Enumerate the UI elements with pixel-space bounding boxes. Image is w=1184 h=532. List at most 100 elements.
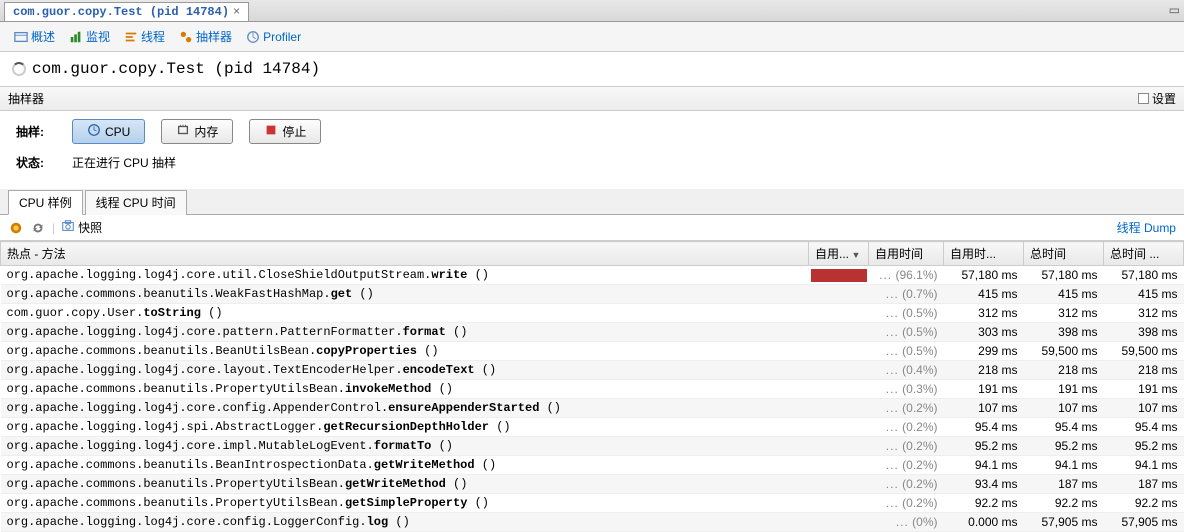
snapshot-button[interactable]: 快照 — [61, 219, 102, 236]
method-cell: org.apache.logging.log4j.core.pattern.Pa… — [1, 323, 809, 342]
col-method[interactable]: 热点 - 方法 — [1, 242, 809, 266]
table-row[interactable]: org.apache.commons.beanutils.BeanIntrosp… — [1, 456, 1184, 475]
table-row[interactable]: org.apache.logging.log4j.core.pattern.Pa… — [1, 323, 1184, 342]
tab-threads[interactable]: 线程 — [118, 26, 171, 47]
pct-cell: ... (0%) — [869, 513, 944, 532]
total-time-cell: 398 ms — [1024, 323, 1104, 342]
col-total-time2[interactable]: 总时间 ... — [1104, 242, 1184, 266]
hotspot-icon[interactable] — [8, 220, 24, 236]
refresh-icon[interactable] — [30, 220, 46, 236]
method-cell: org.apache.logging.log4j.spi.AbstractLog… — [1, 418, 809, 437]
sub-tab-thread-cpu-time[interactable]: 线程 CPU 时间 — [85, 190, 187, 215]
tab-profiler[interactable]: Profiler — [240, 28, 307, 46]
self-time-cell: 299 ms — [944, 342, 1024, 361]
sub-tab-cpu-samples[interactable]: CPU 样例 — [8, 190, 83, 215]
pct-cell: ... (0.2%) — [869, 494, 944, 513]
method-cell: org.apache.logging.log4j.core.impl.Mutab… — [1, 437, 809, 456]
close-icon[interactable]: × — [233, 5, 240, 19]
pct-cell: ... (0.3%) — [869, 380, 944, 399]
table-row[interactable]: org.apache.commons.beanutils.BeanUtilsBe… — [1, 342, 1184, 361]
method-cell: org.apache.commons.beanutils.BeanIntrosp… — [1, 456, 809, 475]
pct-cell: ... (0.7%) — [869, 285, 944, 304]
self-time-cell: 92.2 ms — [944, 494, 1024, 513]
method-cell: org.apache.logging.log4j.core.util.Close… — [1, 266, 809, 285]
table-row[interactable]: org.apache.commons.beanutils.PropertyUti… — [1, 475, 1184, 494]
method-cell: org.apache.commons.beanutils.WeakFastHas… — [1, 285, 809, 304]
separator: | — [52, 221, 55, 235]
method-cell: org.apache.commons.beanutils.PropertyUti… — [1, 494, 809, 513]
col-self-time[interactable]: 自用时... — [944, 242, 1024, 266]
table-row[interactable]: org.apache.logging.log4j.core.config.Log… — [1, 513, 1184, 532]
table-row[interactable]: org.apache.commons.beanutils.WeakFastHas… — [1, 285, 1184, 304]
table-row[interactable]: com.guor.copy.User.toString ()... (0.5%)… — [1, 304, 1184, 323]
tab-label: 监视 — [86, 28, 110, 45]
table-row[interactable]: org.apache.commons.beanutils.PropertyUti… — [1, 380, 1184, 399]
cpu-button[interactable]: CPU — [72, 119, 145, 144]
bar-cell — [809, 266, 869, 285]
total-time2-cell: 398 ms — [1104, 323, 1184, 342]
pct-cell: ... (0.2%) — [869, 437, 944, 456]
thread-dump-link[interactable]: 线程 Dump — [1117, 219, 1176, 236]
total-time2-cell: 191 ms — [1104, 380, 1184, 399]
bar-cell — [809, 513, 869, 532]
bar-cell — [809, 380, 869, 399]
table-row[interactable]: org.apache.logging.log4j.core.util.Close… — [1, 266, 1184, 285]
self-time-cell: 312 ms — [944, 304, 1024, 323]
total-time2-cell: 59,500 ms — [1104, 342, 1184, 361]
snapshot-icon — [61, 219, 75, 236]
memory-icon — [176, 123, 190, 140]
bar-cell — [809, 342, 869, 361]
settings-checkbox-icon — [1138, 93, 1149, 104]
sampler-icon — [179, 30, 193, 44]
section-header: 抽样器 设置 — [0, 86, 1184, 111]
monitor-icon — [69, 30, 83, 44]
tab-overview[interactable]: 概述 — [8, 26, 61, 47]
table-row[interactable]: org.apache.logging.log4j.core.impl.Mutab… — [1, 437, 1184, 456]
col-self-time-pct[interactable]: 自用时间 — [869, 242, 944, 266]
minimize-icon[interactable]: ▭ — [1169, 3, 1180, 17]
tab-sampler[interactable]: 抽样器 — [173, 26, 238, 47]
tab-monitor[interactable]: 监视 — [63, 26, 116, 47]
total-time2-cell: 94.1 ms — [1104, 456, 1184, 475]
stop-icon — [264, 123, 278, 140]
profiler-nav-tabs: 概述 监视 线程 抽样器 Profiler — [0, 22, 1184, 52]
tab-label: 线程 — [141, 28, 165, 45]
total-time-cell: 57,180 ms — [1024, 266, 1104, 285]
total-time-cell: 92.2 ms — [1024, 494, 1104, 513]
bar-cell — [809, 475, 869, 494]
hotspots-table: 热点 - 方法 自用... 自用时间 自用时... 总时间 总时间 ... or… — [0, 241, 1184, 532]
pct-cell: ... (0.2%) — [869, 456, 944, 475]
settings-toggle[interactable]: 设置 — [1138, 90, 1176, 107]
table-row[interactable]: org.apache.logging.log4j.core.layout.Tex… — [1, 361, 1184, 380]
total-time2-cell: 92.2 ms — [1104, 494, 1184, 513]
loading-spinner-icon — [12, 62, 26, 76]
memory-button[interactable]: 内存 — [161, 119, 233, 144]
bar-cell — [809, 323, 869, 342]
page-title-row: com.guor.copy.Test (pid 14784) — [0, 52, 1184, 86]
total-time2-cell: 95.2 ms — [1104, 437, 1184, 456]
self-time-cell: 0.000 ms — [944, 513, 1024, 532]
col-self-bar[interactable]: 自用... — [809, 242, 869, 266]
cpu-button-label: CPU — [105, 125, 130, 139]
self-time-cell: 95.4 ms — [944, 418, 1024, 437]
total-time-cell: 95.4 ms — [1024, 418, 1104, 437]
editor-tab-bar: com.guor.copy.Test (pid 14784) × — [0, 0, 1184, 22]
settings-label: 设置 — [1152, 90, 1176, 107]
pct-cell: ... (0.2%) — [869, 399, 944, 418]
editor-tab[interactable]: com.guor.copy.Test (pid 14784) × — [4, 2, 249, 21]
total-time2-cell: 107 ms — [1104, 399, 1184, 418]
total-time-cell: 415 ms — [1024, 285, 1104, 304]
profiler-icon — [246, 30, 260, 44]
pct-cell: ... (0.2%) — [869, 475, 944, 494]
col-total-time[interactable]: 总时间 — [1024, 242, 1104, 266]
self-time-cell: 303 ms — [944, 323, 1024, 342]
self-time-cell: 94.1 ms — [944, 456, 1024, 475]
table-row[interactable]: org.apache.commons.beanutils.PropertyUti… — [1, 494, 1184, 513]
total-time2-cell: 187 ms — [1104, 475, 1184, 494]
total-time-cell: 187 ms — [1024, 475, 1104, 494]
table-row[interactable]: org.apache.logging.log4j.core.config.App… — [1, 399, 1184, 418]
table-row[interactable]: org.apache.logging.log4j.spi.AbstractLog… — [1, 418, 1184, 437]
stop-button[interactable]: 停止 — [249, 119, 321, 144]
bar-cell — [809, 494, 869, 513]
bar-cell — [809, 437, 869, 456]
